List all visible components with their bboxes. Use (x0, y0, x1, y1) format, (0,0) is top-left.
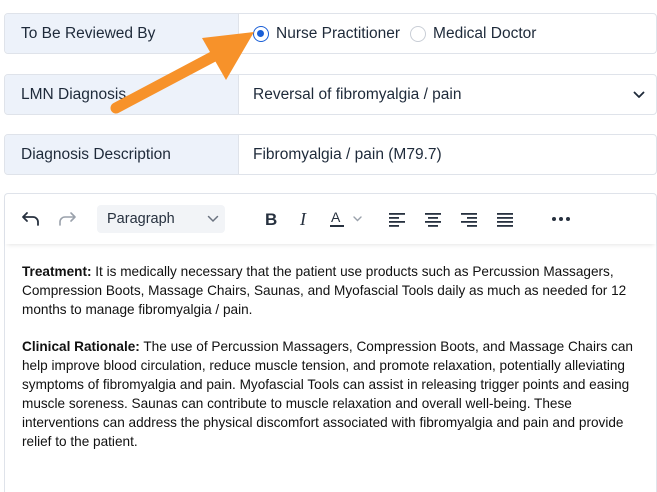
lmn-diagnosis-label: LMN Diagnosis (5, 75, 239, 114)
reviewed-by-radio-group: Nurse Practitioner Medical Doctor (239, 14, 656, 53)
treatment-heading: Treatment: (22, 264, 92, 279)
block-format-value: Paragraph (107, 211, 175, 227)
svg-text:B: B (265, 210, 277, 228)
reviewed-by-label: To Be Reviewed By (5, 14, 239, 53)
clinical-rationale-heading: Clinical Rationale: (22, 339, 140, 354)
radio-medical-doctor-label: Medical Doctor (433, 24, 537, 42)
radio-nurse-practitioner[interactable]: Nurse Practitioner (253, 25, 400, 43)
lmn-diagnosis-select[interactable]: Reversal of fibromyalgia / pain (239, 75, 656, 114)
diagnosis-description-label: Diagnosis Description (5, 135, 239, 174)
rich-text-editor: Paragraph B I A Treatment: It is medical… (4, 193, 657, 492)
bold-icon[interactable]: B (259, 205, 283, 233)
diagnosis-description-value: Fibromyalgia / pain (M79.7) (253, 145, 442, 163)
svg-text:A: A (331, 209, 341, 225)
italic-icon[interactable]: I (293, 205, 317, 233)
align-center-icon[interactable] (421, 205, 445, 233)
svg-text:I: I (299, 210, 307, 228)
clinical-rationale-text: The use of Percussion Massagers, Compres… (22, 339, 633, 449)
undo-icon[interactable] (19, 205, 43, 233)
align-left-icon[interactable] (385, 205, 409, 233)
treatment-text: It is medically necessary that the patie… (22, 264, 627, 317)
diagnosis-description-row: Diagnosis Description Fibromyalgia / pai… (4, 134, 657, 175)
diagnosis-description-field[interactable]: Fibromyalgia / pain (M79.7) (239, 135, 656, 174)
clinical-rationale-paragraph: Clinical Rationale: The use of Percussio… (22, 337, 641, 451)
radio-button-unchecked-icon[interactable] (410, 25, 427, 42)
radio-nurse-practitioner-label: Nurse Practitioner (276, 24, 401, 42)
chevron-down-icon[interactable] (622, 91, 656, 99)
more-icon[interactable] (549, 205, 573, 233)
radio-medical-doctor[interactable]: Medical Doctor (410, 25, 536, 43)
redo-icon[interactable] (55, 205, 79, 233)
editor-content-area[interactable]: Treatment: It is medically necessary tha… (5, 244, 656, 451)
radio-button-checked-icon[interactable] (253, 25, 269, 42)
text-color-icon[interactable]: A (329, 205, 369, 233)
lmn-diagnosis-row: LMN Diagnosis Reversal of fibromyalgia /… (4, 74, 657, 115)
align-right-icon[interactable] (457, 205, 481, 233)
chevron-down-icon (207, 211, 219, 227)
treatment-paragraph: Treatment: It is medically necessary tha… (22, 262, 641, 319)
editor-toolbar: Paragraph B I A (5, 194, 656, 244)
lmn-diagnosis-selected-value: Reversal of fibromyalgia / pain (253, 85, 462, 103)
reviewed-by-row: To Be Reviewed By Nurse Practitioner Med… (4, 13, 657, 54)
block-format-select[interactable]: Paragraph (97, 205, 225, 233)
justify-icon[interactable] (493, 205, 517, 233)
